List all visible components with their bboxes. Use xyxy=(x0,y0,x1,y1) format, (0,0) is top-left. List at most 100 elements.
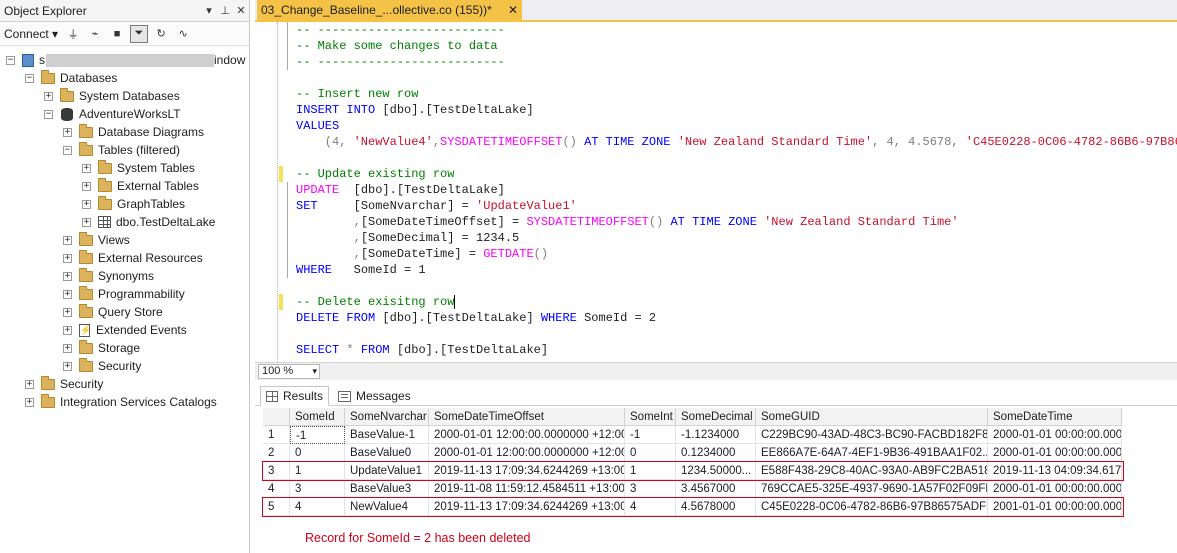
tree-node-dbo-testdeltalake[interactable]: + dbo.TestDeltaLake xyxy=(82,213,215,231)
refresh-icon[interactable]: ↻ xyxy=(152,25,170,43)
table-cell[interactable]: 2000-01-01 12:00:00.0000000 +12:00 xyxy=(429,426,625,444)
tree-node-extended-events[interactable]: + ⚡ Extended Events xyxy=(63,321,187,339)
table-cell[interactable]: 2000-01-01 00:00:00.000 xyxy=(988,444,1122,462)
table-cell[interactable]: 0 xyxy=(290,444,345,462)
table-cell[interactable]: EE866A7E-64A7-4EF1-9B36-491BAA1F02... xyxy=(756,444,988,462)
tree-node-system-databases[interactable]: + System Databases xyxy=(44,87,180,105)
tree-node-database-diagrams[interactable]: + Database Diagrams xyxy=(63,123,204,141)
tree-node-security[interactable]: + Security xyxy=(25,375,103,393)
table-row[interactable]: 4 3 BaseValue3 2019-11-08 11:59:12.4584511 … xyxy=(263,480,1130,498)
column-header[interactable]: SomeDecimal xyxy=(676,408,756,426)
close-tab-icon[interactable]: ✕ xyxy=(508,3,518,17)
column-header[interactable]: SomeGUID xyxy=(756,408,988,426)
tab-results[interactable]: Results xyxy=(260,386,330,406)
tree-node-server[interactable]: − s indow xyxy=(6,51,245,69)
expand-icon[interactable]: + xyxy=(63,253,72,263)
collapse-icon[interactable]: − xyxy=(44,109,53,119)
table-cell[interactable]: 3 xyxy=(625,480,676,498)
sql-text: (4, xyxy=(296,135,354,149)
expand-icon[interactable]: + xyxy=(63,271,72,281)
zoom-dropdown[interactable]: 100 % ▾ xyxy=(258,364,320,379)
column-header[interactable]: SomeDateTime xyxy=(988,408,1122,426)
tab-messages[interactable]: Messages xyxy=(333,386,416,406)
table-cell[interactable]: 2000-01-01 00:00:00.000 xyxy=(988,480,1122,498)
tree-node-external-tables[interactable]: + External Tables xyxy=(82,177,199,195)
row-highlight-box xyxy=(262,497,1124,517)
tree-node-databases[interactable]: − Databases xyxy=(25,69,117,87)
table-cell[interactable]: 2019-11-08 11:59:12.4584511 +13:00 xyxy=(429,480,625,498)
table-cell[interactable]: BaseValue3 xyxy=(345,480,429,498)
expand-icon[interactable]: + xyxy=(25,397,34,407)
expand-icon[interactable]: + xyxy=(82,199,91,209)
auto-hide-pin-icon[interactable]: ⊥ xyxy=(217,4,233,17)
column-header[interactable]: SomeNvarchar xyxy=(345,408,429,426)
expand-icon[interactable]: + xyxy=(82,217,91,227)
folder-icon xyxy=(79,357,93,372)
table-cell[interactable]: 769CCAE5-325E-4937-9690-1A57F02F09FF xyxy=(756,480,988,498)
close-panel-icon[interactable]: ✕ xyxy=(233,4,249,17)
tree-node-adventureworkslt[interactable]: − AdventureWorksLT xyxy=(44,105,181,123)
expand-icon[interactable]: + xyxy=(82,181,91,191)
filter-icon[interactable]: ⏷ xyxy=(130,24,149,43)
table-cell[interactable]: BaseValue0 xyxy=(345,444,429,462)
table-cell[interactable]: BaseValue-1 xyxy=(345,426,429,444)
expand-icon[interactable]: + xyxy=(44,91,53,101)
tree-node-system-tables[interactable]: + System Tables xyxy=(82,159,195,177)
expand-icon[interactable]: + xyxy=(63,289,72,299)
table-row[interactable]: 2 0 BaseValue0 2000-01-01 12:00:00.0000000 … xyxy=(263,444,1130,462)
query-document-tab[interactable]: 03_Change_Baseline_...ollective.co (155)… xyxy=(257,0,522,20)
expand-icon[interactable]: + xyxy=(63,235,72,245)
code-line: ,[SomeDateTime] = GETDATE() xyxy=(255,246,1177,262)
table-cell[interactable]: -1 xyxy=(625,426,676,444)
database-icon xyxy=(61,107,73,121)
collapse-icon[interactable]: − xyxy=(63,145,72,155)
expand-icon[interactable]: + xyxy=(63,307,72,317)
expand-icon[interactable]: + xyxy=(63,325,72,335)
table-cell[interactable]: 2000-01-01 12:00:00.0000000 +12:00 xyxy=(429,444,625,462)
expand-icon[interactable]: + xyxy=(63,343,72,353)
tree-node-integration-services-catalogs[interactable]: + Integration Services Catalogs xyxy=(25,393,217,411)
tree-node-synonyms[interactable]: + Synonyms xyxy=(63,267,154,285)
expand-icon[interactable]: + xyxy=(25,379,34,389)
tree-node-tables-filtered[interactable]: − Tables (filtered) xyxy=(63,141,180,159)
disconnect-plug-icon[interactable]: ⌁ xyxy=(86,25,104,43)
table-cell[interactable]: C229BC90-43AD-48C3-BC90-FACBD182F8... xyxy=(756,426,988,444)
expand-icon[interactable]: + xyxy=(82,163,91,173)
tree-node-storage[interactable]: + Storage xyxy=(63,339,140,357)
column-header[interactable]: SomeId xyxy=(290,408,345,426)
sql-text: , 4, 4.5678, xyxy=(872,135,966,149)
tree-node-db-security[interactable]: + Security xyxy=(63,357,141,375)
tab-title: 03_Change_Baseline_...ollective.co (155)… xyxy=(261,3,492,17)
tree-node-query-store[interactable]: + Query Store xyxy=(63,303,163,321)
corner-cell[interactable] xyxy=(263,408,290,426)
table-cell[interactable]: 3.4567000 xyxy=(676,480,756,498)
tree-node-views[interactable]: + Views xyxy=(63,231,130,249)
expand-icon[interactable]: + xyxy=(63,127,72,137)
connect-plug-icon[interactable]: ⏚ xyxy=(64,25,82,43)
expand-icon[interactable]: + xyxy=(63,361,72,371)
column-header[interactable]: SomeInt xyxy=(625,408,676,426)
table-cell[interactable]: 0 xyxy=(625,444,676,462)
row-number-cell[interactable]: 1 xyxy=(263,426,290,444)
tree-node-graph-tables[interactable]: + GraphTables xyxy=(82,195,185,213)
row-number-cell[interactable]: 4 xyxy=(263,480,290,498)
row-number-cell[interactable]: 2 xyxy=(263,444,290,462)
table-cell[interactable]: -1.1234000 xyxy=(676,426,756,444)
sql-comment: -- Update existing row xyxy=(296,167,455,181)
table-cell[interactable]: -1 xyxy=(290,426,345,444)
stop-icon[interactable]: ■ xyxy=(108,25,126,43)
tree-node-external-resources[interactable]: + External Resources xyxy=(63,249,203,267)
collapse-icon[interactable]: − xyxy=(25,73,34,83)
column-header[interactable]: SomeDateTimeOffset xyxy=(429,408,625,426)
activity-monitor-icon[interactable]: ∿ xyxy=(174,25,192,43)
table-cell[interactable]: 3 xyxy=(290,480,345,498)
table-cell[interactable]: 2000-01-01 00:00:00.000 xyxy=(988,426,1122,444)
connect-button[interactable]: Connect ▾ xyxy=(4,27,58,41)
tree-node-programmability[interactable]: + Programmability xyxy=(63,285,185,303)
table-cell[interactable]: 0.1234000 xyxy=(676,444,756,462)
table-row[interactable]: 1 -1 BaseValue-1 2000-01-01 12:00:00.000000… xyxy=(263,426,1130,444)
collapse-icon[interactable]: − xyxy=(6,55,15,65)
sql-editor[interactable]: -- -------------------------- -- Make so… xyxy=(255,22,1177,362)
window-position-icon[interactable]: ▾ xyxy=(201,4,217,17)
chevron-down-icon[interactable]: ▾ xyxy=(312,365,317,378)
